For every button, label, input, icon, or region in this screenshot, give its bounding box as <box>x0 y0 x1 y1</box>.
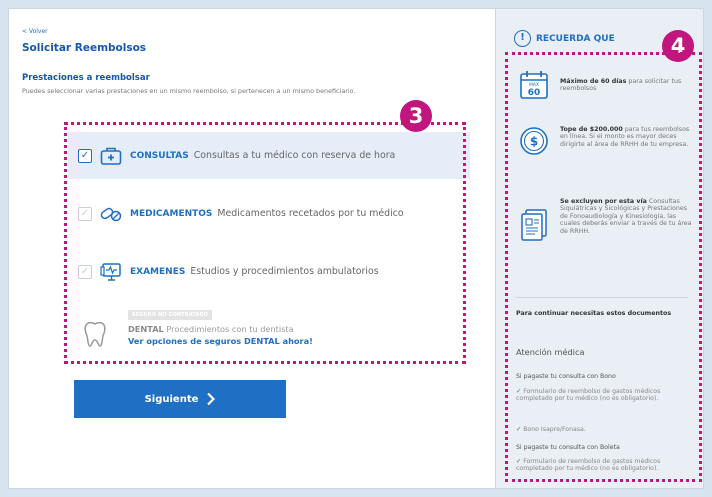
annotation-badge-3: 3 <box>400 100 432 132</box>
page-title: Solicitar Reembolsos <box>22 42 147 54</box>
section-helper: Puedes seleccionar varias prestaciones e… <box>22 87 356 95</box>
exclamation-icon: ! <box>514 30 531 47</box>
annotation-frame-4 <box>505 52 702 482</box>
next-button-label: Siguiente <box>144 393 199 405</box>
section-title: Prestaciones a reembolsar <box>22 73 150 83</box>
reminder-header: ! RECUERDA QUE <box>514 30 615 47</box>
back-link[interactable]: < Volver <box>22 28 48 35</box>
annotation-frame-3 <box>64 122 466 364</box>
reminder-title: RECUERDA QUE <box>536 33 615 44</box>
chevron-right-icon <box>207 392 216 406</box>
next-button[interactable]: Siguiente <box>74 380 286 418</box>
